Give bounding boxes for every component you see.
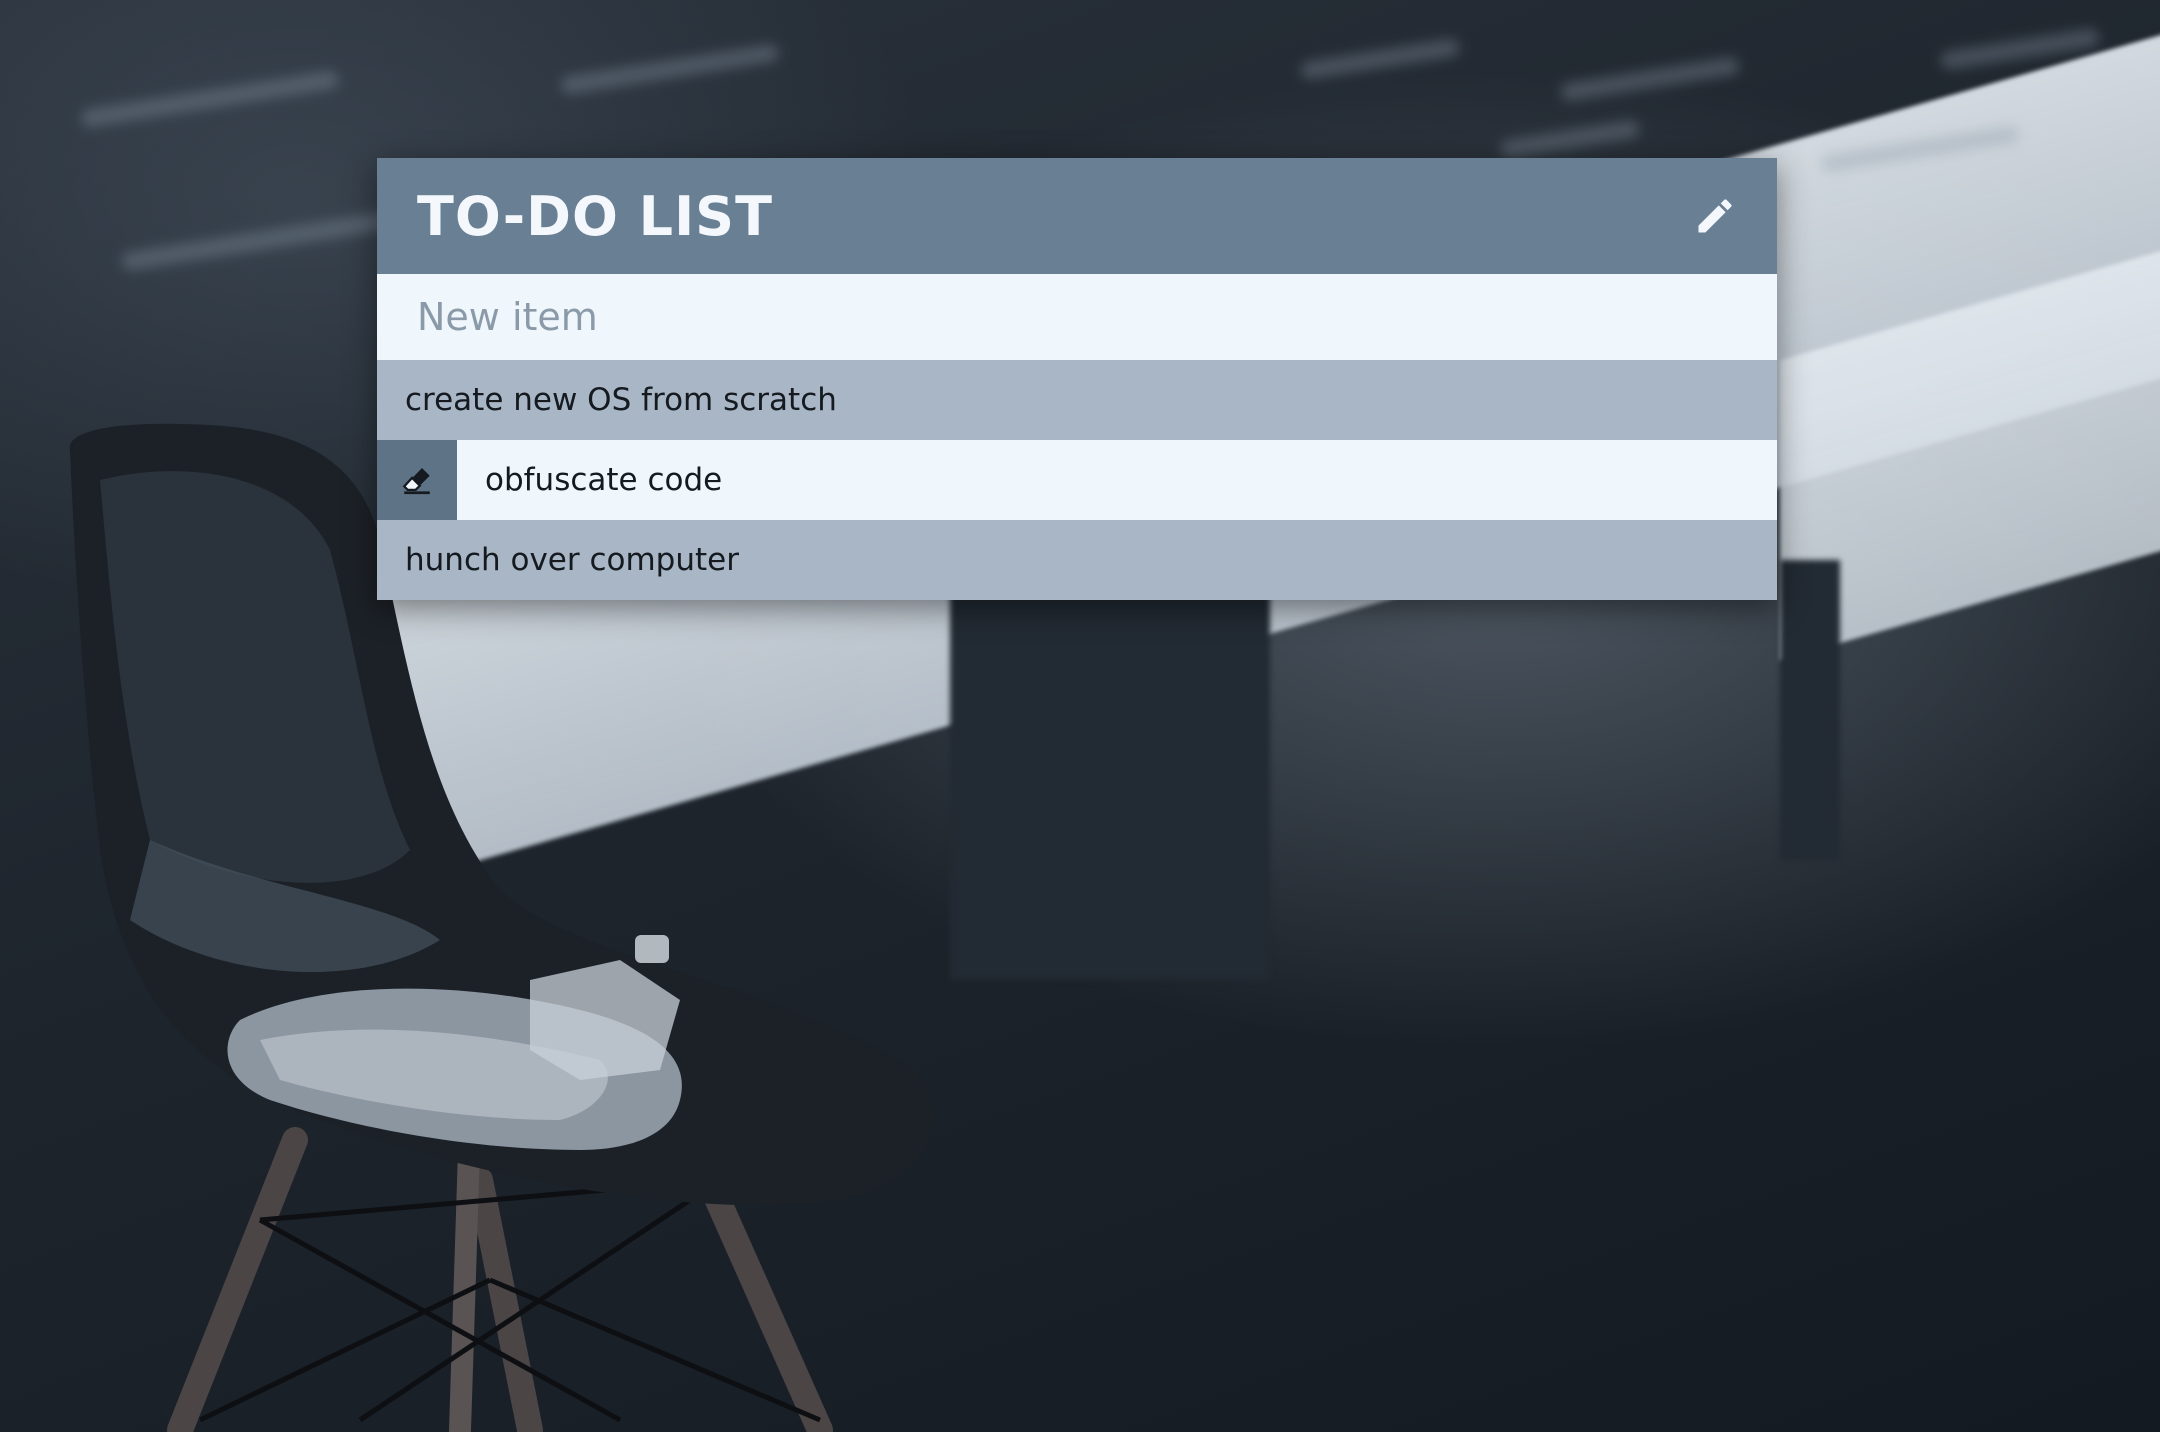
list-item-label: create new OS from scratch <box>405 382 837 418</box>
list-item-label: hunch over computer <box>405 542 739 578</box>
list-item[interactable]: hunch over computer <box>377 520 1777 600</box>
list-item[interactable]: obfuscate code <box>377 440 1777 520</box>
pencil-icon[interactable] <box>1691 192 1739 240</box>
list-item-label: obfuscate code <box>485 462 723 498</box>
todo-header: TO-DO LIST <box>377 158 1777 274</box>
window-shadow <box>1780 560 1840 860</box>
todo-widget: TO-DO LIST create new OS from scratch ob… <box>377 158 1777 600</box>
list-item[interactable]: create new OS from scratch <box>377 360 1777 440</box>
new-item-row <box>377 274 1777 360</box>
eraser-icon[interactable] <box>377 440 457 520</box>
window-shadow <box>950 560 1270 980</box>
page-title: TO-DO LIST <box>417 184 773 248</box>
new-item-input[interactable] <box>377 274 1777 360</box>
